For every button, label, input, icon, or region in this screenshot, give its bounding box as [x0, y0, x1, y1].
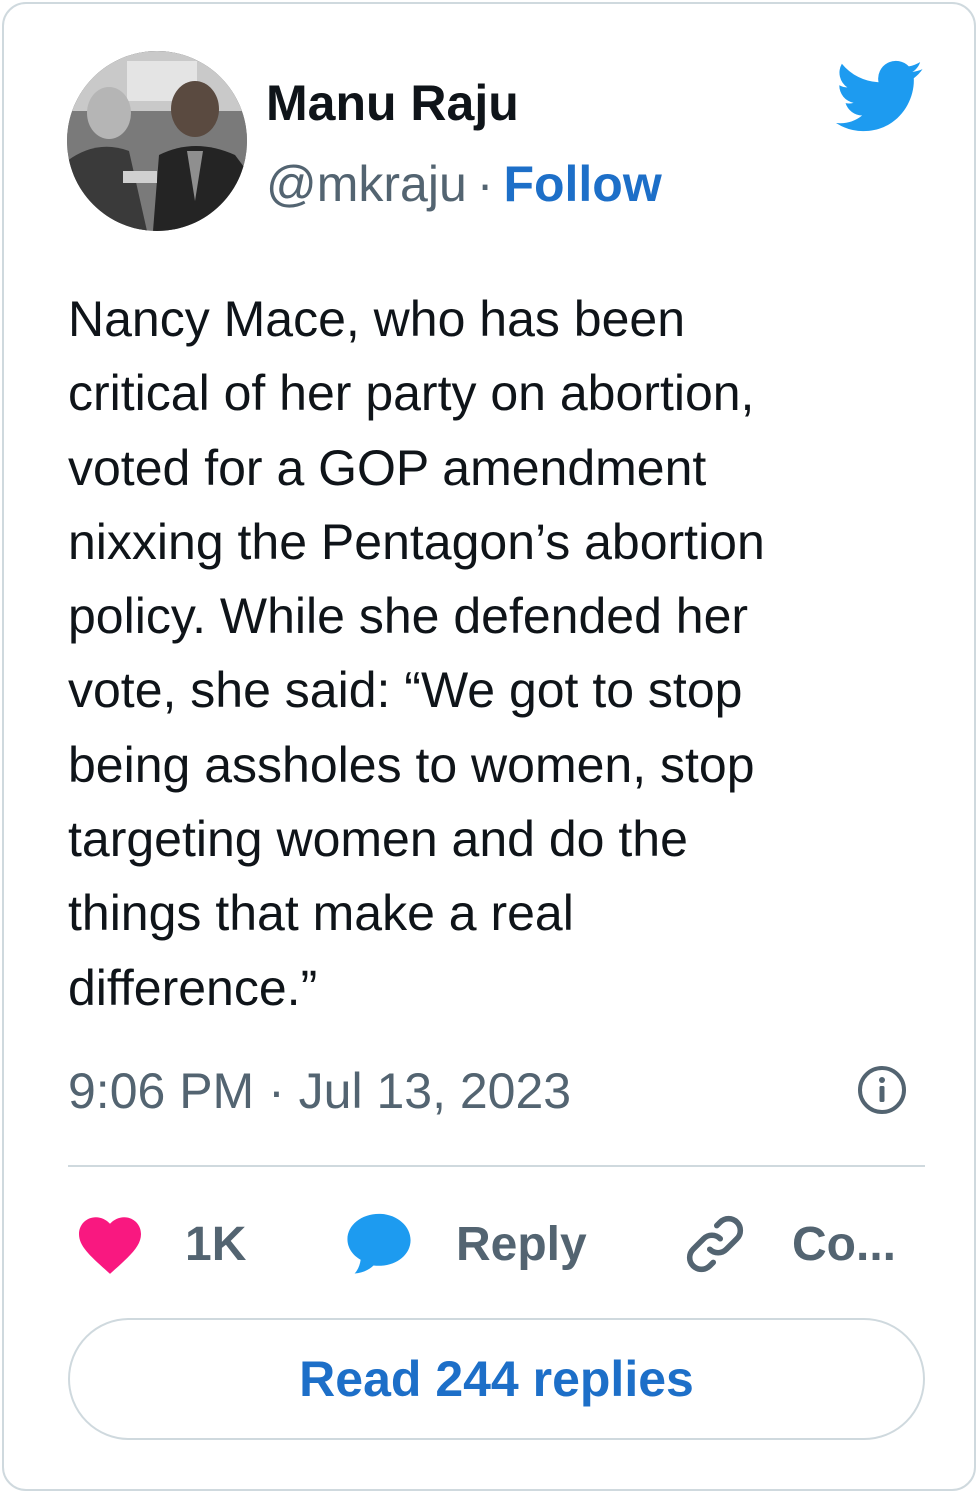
author-avatar[interactable] [67, 51, 247, 231]
copy-link-label[interactable]: Co... [792, 1209, 896, 1279]
tweet-timestamp[interactable]: 9:06 PM · Jul 13, 2023 [68, 1062, 571, 1120]
tweet-line: vote, she said: “We got to stop [68, 662, 743, 719]
like-button[interactable] [76, 1209, 144, 1279]
tweet-text: Nancy Mace, who has been critical of her… [68, 282, 908, 1025]
tweet-card: Manu Raju @mkraju · Follow Nancy Mace, who… [2, 2, 976, 1491]
reply-label[interactable]: Reply [456, 1209, 587, 1279]
separator-dot: · [476, 156, 494, 212]
tweet-line: critical of her party on abortion, [68, 365, 755, 422]
heart-icon [79, 1217, 141, 1274]
tweet-line: being assholes to women, stop [68, 736, 755, 793]
divider [68, 1165, 925, 1167]
tweet-line: targeting women and do the [68, 811, 688, 868]
tweet-line: voted for a GOP amendment [68, 439, 707, 496]
author-handle-row: @mkraju · Follow [266, 155, 662, 213]
speech-bubble-icon [347, 1213, 411, 1274]
tweet-line: nixxing the Pentagon’s abortion [68, 513, 765, 570]
author-handle[interactable]: @mkraju [266, 156, 467, 212]
tweet-line: difference.” [68, 959, 318, 1016]
tweet-line: policy. While she defended her [68, 588, 749, 645]
link-icon [686, 1215, 744, 1273]
tweet-line: Nancy Mace, who has been [68, 291, 686, 347]
reply-button[interactable] [344, 1209, 414, 1279]
likes-count[interactable]: 1K [185, 1209, 246, 1279]
avatar-photo [67, 51, 247, 231]
twitter-bird-icon[interactable] [836, 60, 924, 134]
copy-link-button[interactable] [680, 1209, 750, 1279]
follow-link[interactable]: Follow [503, 156, 661, 212]
author-name[interactable]: Manu Raju [266, 74, 519, 132]
info-icon[interactable] [856, 1064, 908, 1116]
read-replies-button[interactable]: Read 244 replies [68, 1318, 925, 1440]
tweet-line: things that make a real [68, 885, 574, 942]
